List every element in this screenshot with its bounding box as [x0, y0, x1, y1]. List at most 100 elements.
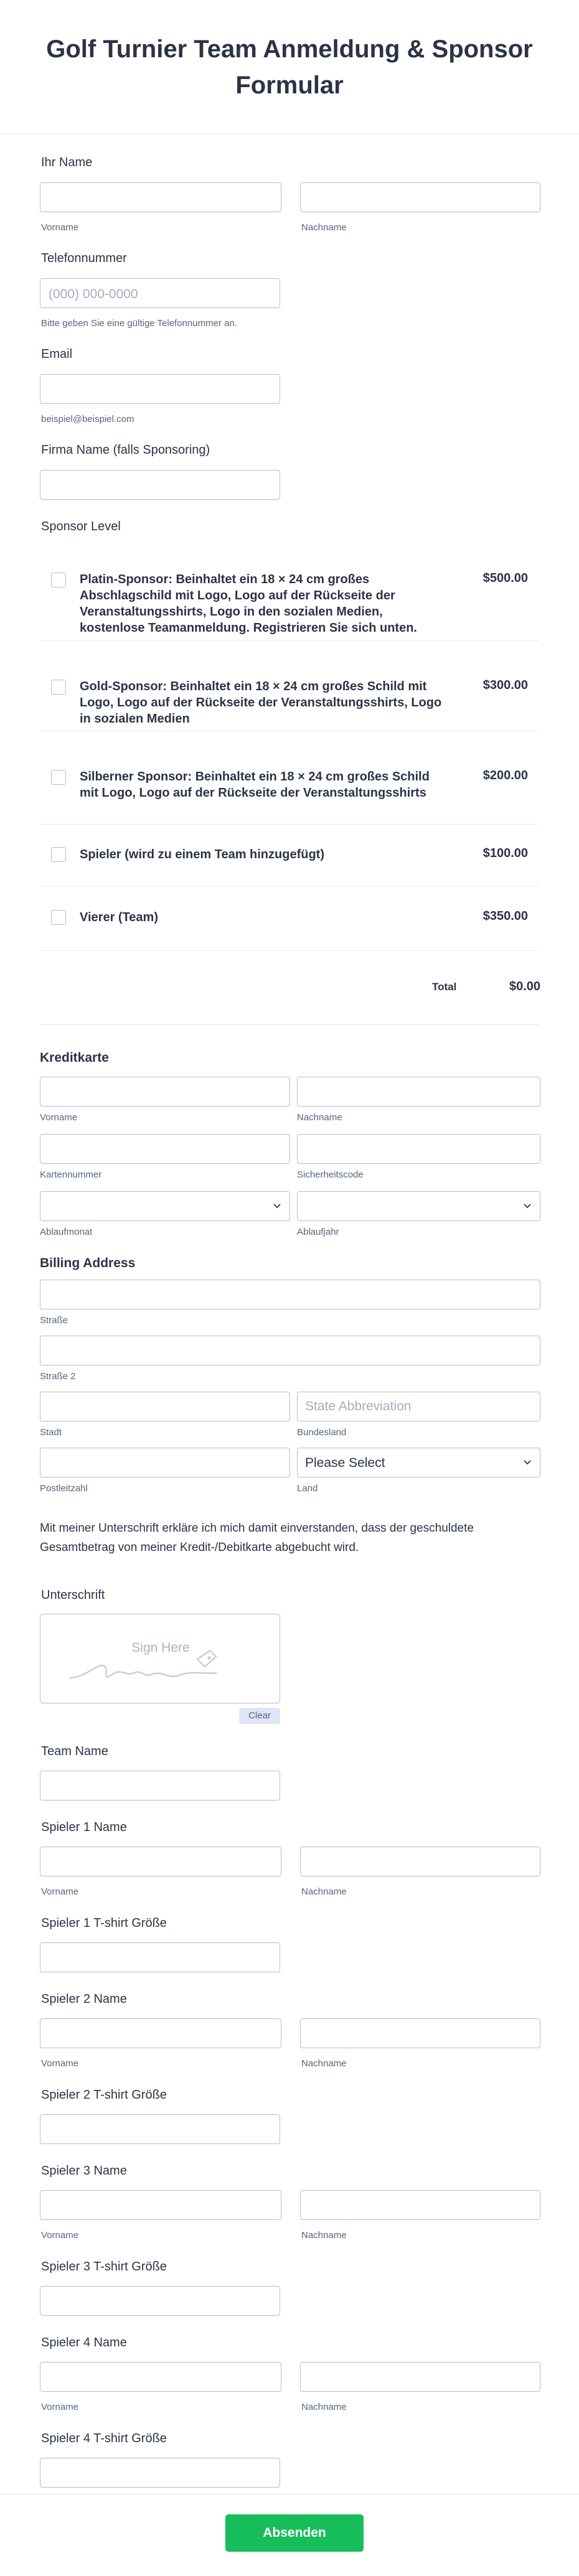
gold-checkbox[interactable] [51, 680, 66, 695]
player-checkbox[interactable] [51, 847, 66, 862]
expiry-month-sublabel: Ablaufmonat [40, 1227, 93, 1237]
expiry-year-select[interactable] [297, 1191, 540, 1221]
sponsor-option-player[interactable]: Spieler (wird zu einem Team hinzugefügt)… [40, 825, 539, 887]
form-footer: Absenden [0, 2494, 579, 2576]
sponsor-option-team[interactable]: Vierer (Team) $350.00 [40, 887, 539, 951]
consent-text: Mit meiner Unterschrift erkläre ich mich… [40, 1522, 474, 1554]
player-option-text: Spieler (wird zu einem Team hinzugefügt) [80, 848, 324, 861]
player4-shirt-label: Spieler 4 T-shirt Größe [41, 2432, 167, 2445]
silver-checkbox[interactable] [51, 770, 66, 785]
player3-shirt-input[interactable] [40, 2286, 280, 2316]
player1-shirt-label: Spieler 1 T-shirt Größe [41, 1916, 167, 1930]
last-name-input[interactable] [300, 182, 540, 212]
total-label: Total [432, 981, 457, 993]
billing-address-label: Billing Address [40, 1256, 136, 1270]
credit-card-label: Kreditkarte [40, 1051, 109, 1065]
player4-last-name-input[interactable] [300, 2362, 540, 2392]
team-option-text: Vierer (Team) [80, 911, 158, 924]
signature-pad[interactable]: Sign Here [40, 1614, 280, 1703]
player4-last-sublabel: Nachname [301, 2402, 347, 2412]
street2-sublabel: Straße 2 [40, 1371, 76, 1382]
chevron-down-icon [524, 1460, 531, 1465]
email-label: Email [41, 347, 73, 361]
zip-input[interactable] [40, 1448, 290, 1478]
player1-first-name-input[interactable] [40, 1847, 281, 1876]
player4-name-label: Spieler 4 Name [41, 2336, 127, 2349]
player2-first-sublabel: Vorname [41, 2058, 79, 2069]
submit-button[interactable]: Absenden [225, 2514, 364, 2552]
sponsor-option-silver[interactable]: Silberner Sponsor: Beinhaltet ein 18 × 2… [40, 731, 539, 825]
signature-scribble-icon [69, 1649, 217, 1679]
player1-name-label: Spieler 1 Name [41, 1820, 127, 1834]
card-number-sublabel: Kartennummer [40, 1169, 102, 1180]
form-title: Golf Turnier Team Anmeldung & Sponsor Fo… [46, 35, 533, 99]
signature-clear-button[interactable]: Clear [239, 1708, 280, 1724]
platinum-checkbox[interactable] [51, 573, 66, 588]
security-code-sublabel: Sicherheitscode [297, 1169, 364, 1180]
section-divider [40, 1024, 539, 1025]
name-label: Ihr Name [41, 156, 93, 169]
player4-shirt-input[interactable] [40, 2458, 280, 2488]
player2-first-name-input[interactable] [40, 2018, 281, 2048]
player3-first-name-input[interactable] [40, 2190, 281, 2220]
signature-label: Unterschrift [41, 1588, 105, 1602]
first-name-sublabel: Vorname [41, 222, 79, 233]
silver-price: $200.00 [482, 769, 528, 782]
sponsor-option-gold[interactable]: Gold-Sponsor: Beinhaltet ein 18 × 24 cm … [40, 641, 539, 731]
team-name-label: Team Name [41, 1745, 108, 1758]
city-input[interactable] [40, 1392, 290, 1421]
last-name-sublabel: Nachname [301, 222, 347, 233]
zip-sublabel: Postleitzahl [40, 1483, 88, 1494]
phone-sublabel: Bitte geben Sie eine gültige Telefonnumm… [41, 318, 237, 329]
expiry-month-select[interactable] [40, 1191, 290, 1221]
player2-name-label: Spieler 2 Name [41, 1992, 127, 2006]
player3-last-name-input[interactable] [300, 2190, 540, 2220]
player1-shirt-input[interactable] [40, 1942, 280, 1972]
form-header: Golf Turnier Team Anmeldung & Sponsor Fo… [0, 0, 579, 134]
state-input[interactable]: State Abbreviation [297, 1392, 540, 1421]
player2-shirt-input[interactable] [40, 2114, 280, 2144]
player1-first-sublabel: Vorname [41, 1886, 79, 1897]
phone-input[interactable]: (000) 000-0000 [40, 278, 280, 308]
player4-first-sublabel: Vorname [41, 2402, 79, 2412]
card-last-name-sublabel: Nachname [297, 1112, 342, 1123]
team-name-input[interactable] [40, 1771, 280, 1801]
player2-last-sublabel: Nachname [301, 2058, 347, 2069]
email-input[interactable] [40, 374, 280, 404]
chevron-down-icon [524, 1204, 531, 1209]
silver-text: Silberner Sponsor: Beinhaltet ein 18 × 2… [80, 770, 430, 800]
total-value: $0.00 [509, 980, 541, 993]
player4-first-name-input[interactable] [40, 2362, 281, 2392]
card-number-input[interactable] [40, 1134, 290, 1164]
state-sublabel: Bundesland [297, 1427, 347, 1438]
first-name-input[interactable] [40, 182, 281, 212]
player2-last-name-input[interactable] [300, 2018, 540, 2048]
country-sublabel: Land [297, 1483, 318, 1494]
gold-price: $300.00 [482, 678, 528, 692]
street-input[interactable] [40, 1280, 540, 1309]
chevron-down-icon [273, 1204, 281, 1209]
sponsor-level-label: Sponsor Level [41, 520, 121, 533]
state-placeholder: State Abbreviation [305, 1399, 412, 1413]
player3-last-sublabel: Nachname [301, 2230, 347, 2241]
form-page: Golf Turnier Team Anmeldung & Sponsor Fo… [0, 0, 579, 2576]
platinum-text: Platin-Sponsor: Beinhaltet ein 18 × 24 c… [80, 573, 417, 635]
country-select[interactable]: Please Select [297, 1448, 540, 1478]
team-checkbox[interactable] [51, 910, 66, 925]
gold-text: Gold-Sponsor: Beinhaltet ein 18 × 24 cm … [80, 680, 442, 726]
company-label: Firma Name (falls Sponsoring) [41, 443, 210, 457]
sponsor-option-platinum[interactable]: Platin-Sponsor: Beinhaltet ein 18 × 24 c… [40, 546, 539, 641]
player3-first-sublabel: Vorname [41, 2230, 79, 2241]
expiry-year-sublabel: Ablaufjahr [297, 1227, 339, 1237]
country-selected-value: Please Select [305, 1456, 385, 1470]
street-sublabel: Straße [40, 1315, 68, 1326]
security-code-input[interactable] [297, 1134, 540, 1164]
player1-last-name-input[interactable] [300, 1847, 540, 1876]
card-last-name-input[interactable] [297, 1077, 540, 1107]
street2-input[interactable] [40, 1336, 540, 1365]
player3-shirt-label: Spieler 3 T-shirt Größe [41, 2260, 167, 2274]
player-option-price: $100.00 [482, 846, 528, 860]
card-first-name-input[interactable] [40, 1077, 290, 1107]
player2-shirt-label: Spieler 2 T-shirt Größe [41, 2088, 167, 2102]
company-input[interactable] [40, 470, 280, 500]
